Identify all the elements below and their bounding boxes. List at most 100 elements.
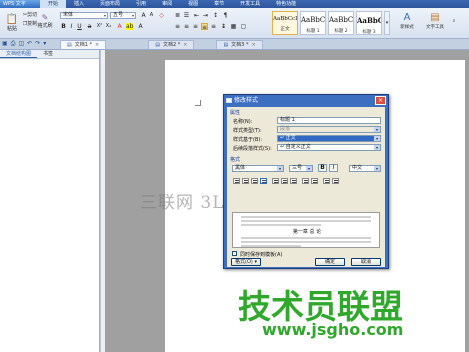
shading-icon[interactable]: ▦ [230,23,237,30]
undo-icon[interactable]: ↶ [27,40,32,47]
cancel-button[interactable]: 取消 [351,258,381,266]
show-marks-icon[interactable]: ¶ [222,12,229,19]
tab-document-map[interactable]: 文档结构图 [0,50,38,58]
style-heading-1[interactable]: AaBbC 标题 1 [300,11,326,35]
preview-line [241,224,321,226]
tab-document-2[interactable]: ▤ 文档2 * × [148,40,195,50]
style-heading-3[interactable]: AaBbC 标题 3 [356,11,382,35]
single-spacing-icon[interactable] [272,178,279,184]
space-before-icon[interactable] [302,178,309,184]
chevron-down-icon: ▾ [385,20,389,26]
format-painter-button[interactable]: ✎ 格式刷 [36,11,54,31]
char-border-button[interactable]: A [137,23,144,30]
text-tools-icon: ▤ [430,12,440,23]
preview-icon[interactable]: ◫ [18,40,24,47]
italic-button[interactable]: I [68,23,75,30]
menu-features[interactable]: 特色功能 [268,0,304,8]
shrink-font-button[interactable]: A [148,12,155,19]
grow-font-button[interactable]: A [140,12,147,19]
style-heading-2[interactable]: AaBbC 标题 2 [328,11,354,35]
close-icon[interactable]: × [95,41,99,50]
menu-review[interactable]: 审阅 [154,0,180,8]
bullet-list-icon[interactable]: ≣ [174,12,181,19]
menu-insert[interactable]: 插入 [66,0,92,8]
language-select[interactable]: 中文 ▾ [349,165,381,172]
new-style-button[interactable]: A 新样式 [396,11,418,35]
close-icon[interactable]: × [251,41,255,50]
style-name-input[interactable]: 标题 1 [277,117,381,124]
menu-page-layout[interactable]: 页面布局 [92,0,128,8]
doc-icon: ▤ [223,41,229,48]
borders-icon[interactable]: ▢ [240,23,247,30]
align-right-icon[interactable] [251,178,258,184]
print-icon[interactable]: ⎙ [11,40,16,48]
font-color-button[interactable]: A [116,23,123,30]
align-center-icon[interactable]: ≡ [183,23,190,30]
size-select[interactable]: 三号 ▾ [289,165,313,172]
increase-indent-icon[interactable] [332,178,339,184]
based-on-label: 样式基于(B): [233,137,263,143]
style-preview: 第一章 总 论 [232,212,380,248]
justify-icon[interactable] [260,178,267,184]
tab-document-3[interactable]: ▤ 文档3 * × [216,40,263,50]
ribbon: 📋 粘贴 ✂ 剪切 ❐ 复制 ✎ 格式刷 宋体 ▾ 五号 ▾ A A ◇ B I U a… [0,8,469,39]
menu-references[interactable]: 引用 [128,0,154,8]
format-menu-button[interactable]: 格式(O) ▾ [231,258,261,266]
save-icon[interactable]: ▣ [2,40,8,47]
italic-toggle[interactable]: I [329,164,338,172]
chevron-down-icon[interactable]: ▾ [43,40,46,47]
tab-bookmarks[interactable]: 书签 [37,50,59,58]
find-icon[interactable]: ⌕ [450,16,458,26]
menu-view[interactable]: 视图 [180,0,206,8]
style-normal[interactable]: AaBbCcDt正文 [272,11,298,35]
double-spacing-icon[interactable] [290,178,297,184]
align-left-icon[interactable] [233,178,240,184]
doc-icon: ▤ [155,41,160,48]
strikethrough-button[interactable]: a [86,23,93,30]
numbered-list-icon[interactable]: ☰ [183,12,190,19]
decrease-indent-icon[interactable] [323,178,330,184]
align-center-icon[interactable] [242,178,249,184]
highlight-button[interactable]: ab [126,23,134,30]
font-size-select[interactable]: 五号 ▾ [110,12,136,19]
align-left-icon[interactable]: ≡ [174,23,181,30]
font-select[interactable]: 黑体 ▾ [232,165,284,172]
based-on-select[interactable]: ↵ 正文 ▾ [277,135,381,142]
style-type-label: 样式类型(T): [233,128,262,134]
distributed-icon[interactable]: ≡ [210,23,217,30]
superscript-button[interactable]: X² [96,23,103,30]
underline-button[interactable]: U [76,23,83,30]
subscript-button[interactable]: X₂ [105,23,112,30]
increase-indent-icon[interactable]: ⇥ [202,12,209,19]
line-spacing-icon[interactable]: ↨ [220,23,227,30]
navigation-pane: 文档结构图 书签 [0,50,100,352]
menu-developer[interactable]: 开发工具 [232,0,268,8]
dialog-title-bar[interactable]: 修改样式 × [224,95,388,106]
bold-toggle[interactable]: B [318,164,327,172]
chevron-down-icon: ▾ [374,127,380,132]
app-menu-button[interactable]: WPS 文字 [0,0,40,8]
close-icon[interactable]: × [183,41,187,50]
tab-document-1[interactable]: ▤ 文档1 * × [60,40,107,50]
text-tools-button[interactable]: ▤ 文字工具 [424,11,446,35]
one-half-spacing-icon[interactable] [281,178,288,184]
menu-section[interactable]: 章节 [206,0,232,8]
align-right-icon[interactable]: ≡ [192,23,199,30]
close-icon[interactable]: × [375,96,386,105]
justify-icon[interactable]: ≡ [201,23,208,31]
clear-format-button[interactable]: ◇ [158,12,165,19]
save-to-template-checkbox[interactable] [232,251,237,256]
ok-button[interactable]: 确定 [315,258,345,266]
next-style-select[interactable]: ↵ 自定义正文 ▾ [277,144,381,151]
space-after-icon[interactable] [311,178,318,184]
watermark-url: www.jsgho.com [262,320,404,339]
paste-button[interactable]: 📋 粘贴 [2,10,22,36]
menu-home[interactable]: 开始 [40,0,67,8]
bold-button[interactable]: B [60,23,67,30]
dialog-app-icon [226,98,232,103]
redo-icon[interactable]: ↷ [35,40,40,47]
decrease-indent-icon[interactable]: ⇤ [193,12,200,19]
font-name-select[interactable]: 宋体 ▾ [60,12,108,19]
styles-more-button[interactable]: ▾ [384,11,390,35]
sort-icon[interactable]: ↕ [212,12,219,19]
